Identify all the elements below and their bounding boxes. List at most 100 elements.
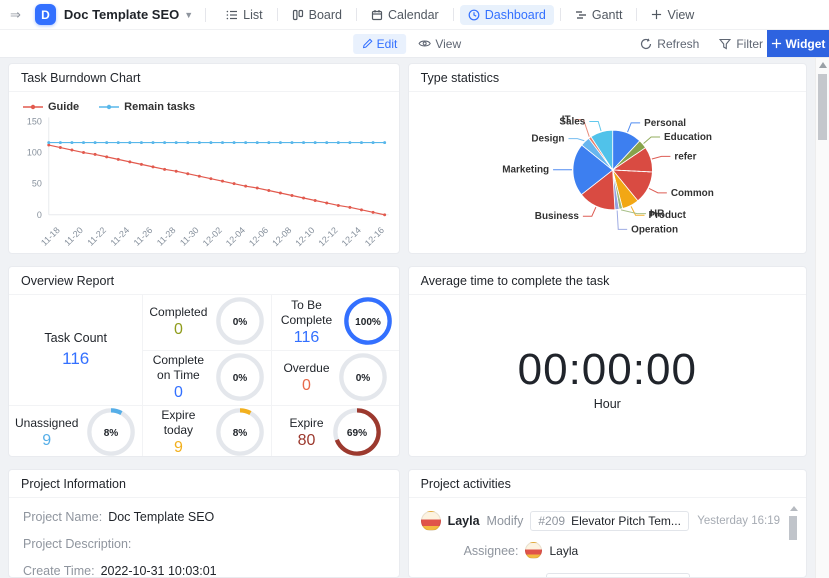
tab-dashboard[interactable]: Dashboard bbox=[460, 5, 554, 25]
refresh-button[interactable]: Refresh bbox=[640, 37, 699, 51]
overview-cell-completed: Completed0 0% bbox=[142, 295, 271, 350]
svg-text:12-04: 12-04 bbox=[224, 225, 247, 248]
filter-label: Filter bbox=[736, 37, 763, 51]
panel-overview-report: Overview Report Task Count 116 Completed… bbox=[8, 266, 400, 457]
project-logo: D bbox=[35, 4, 56, 25]
overview-cell-to-be-complete: To Be Complete116 100% bbox=[271, 295, 398, 350]
average-time-unit: Hour bbox=[594, 397, 621, 411]
legend-item-remain-tasks[interactable]: Remain tasks bbox=[99, 101, 195, 113]
project-info-row: Project Description: bbox=[23, 537, 385, 551]
task-link[interactable]: #209 Elevator Pitch Tem... bbox=[530, 511, 689, 531]
tab-calendar-label: Calendar bbox=[388, 8, 439, 22]
svg-text:0: 0 bbox=[37, 210, 42, 220]
tab-dashboard-label: Dashboard bbox=[485, 8, 546, 22]
scroll-up-arrow[interactable] bbox=[790, 506, 798, 511]
svg-text:Marketing: Marketing bbox=[502, 165, 549, 176]
svg-text:Business: Business bbox=[534, 211, 579, 222]
average-time-value: 00:00:00 bbox=[518, 345, 697, 395]
task-count-value: 116 bbox=[62, 349, 89, 369]
view-button[interactable]: View bbox=[418, 37, 461, 51]
svg-text:11-20: 11-20 bbox=[62, 225, 85, 248]
filter-icon bbox=[719, 38, 731, 50]
progress-ring-svg: 100% bbox=[343, 296, 393, 346]
avatar bbox=[421, 511, 441, 531]
svg-text:150: 150 bbox=[27, 116, 42, 126]
pencil-icon bbox=[362, 38, 373, 49]
tab-board[interactable]: Board bbox=[284, 5, 350, 25]
scrollbar-thumb[interactable] bbox=[789, 516, 797, 540]
tab-board-label: Board bbox=[309, 8, 342, 22]
activity-user: Layla bbox=[448, 514, 480, 528]
filter-button[interactable]: Filter bbox=[719, 37, 763, 51]
page-scrollbar[interactable] bbox=[815, 58, 829, 578]
burndown-chart-svg: 05010015011-1811-2011-2211-2411-2611-281… bbox=[13, 115, 395, 253]
svg-text:50: 50 bbox=[32, 179, 42, 189]
svg-text:11-22: 11-22 bbox=[85, 225, 108, 248]
burndown-chart: 05010015011-1811-2011-2211-2411-2611-281… bbox=[9, 113, 399, 254]
svg-text:8%: 8% bbox=[233, 427, 248, 438]
top-navbar: ⇒ D Doc Template SEO ▼ List Board Calend… bbox=[0, 0, 829, 30]
svg-text:100%: 100% bbox=[355, 317, 381, 328]
panel-title: Project Information bbox=[9, 470, 399, 498]
list-icon bbox=[226, 9, 238, 21]
edit-button[interactable]: Edit bbox=[353, 34, 407, 54]
progress-ring-svg: 0% bbox=[215, 296, 265, 346]
avatar bbox=[525, 542, 542, 559]
legend-mark-remain bbox=[99, 103, 119, 111]
legend-item-guide[interactable]: Guide bbox=[23, 101, 79, 113]
dashboard-clock-icon bbox=[468, 9, 480, 21]
panel-type-statistics: Type statistics PersonalEducationreferCo… bbox=[408, 63, 807, 254]
project-logo-letter: D bbox=[41, 8, 50, 22]
tab-calendar[interactable]: Calendar bbox=[363, 5, 447, 25]
widget-label: Widget bbox=[786, 37, 826, 51]
svg-text:12-12: 12-12 bbox=[316, 225, 339, 248]
task-link[interactable]: #202 Change of Shift Re... bbox=[546, 573, 690, 578]
panel-project-activities: Project activities Layla Modify #209 Ele… bbox=[408, 469, 807, 578]
overview-cell-expire: Expire80 69% bbox=[271, 405, 398, 457]
svg-text:0%: 0% bbox=[233, 372, 248, 383]
svg-text:12-06: 12-06 bbox=[247, 225, 270, 248]
svg-text:refer: refer bbox=[674, 151, 696, 162]
svg-text:12-14: 12-14 bbox=[340, 225, 363, 248]
tab-gantt[interactable]: Gantt bbox=[567, 5, 631, 25]
assignee-label: Assignee: bbox=[464, 544, 519, 558]
svg-text:12-10: 12-10 bbox=[293, 225, 316, 248]
panel-task-burndown: Task Burndown Chart Guide Remain tasks 0… bbox=[8, 63, 400, 254]
overview-cell-overdue: Overdue0 0% bbox=[271, 350, 398, 405]
panel-project-information: Project Information Project Name: Doc Te… bbox=[8, 469, 400, 578]
scrollbar-thumb[interactable] bbox=[818, 74, 827, 140]
task-count-label: Task Count bbox=[44, 331, 107, 347]
progress-ring-svg: 69% bbox=[332, 407, 382, 457]
activities-scrollbar[interactable] bbox=[789, 504, 798, 573]
overview-task-count: Task Count 116 bbox=[9, 295, 142, 405]
project-title: Doc Template SEO bbox=[64, 7, 179, 22]
project-info-row: Project Name: Doc Template SEO bbox=[23, 510, 385, 524]
svg-text:8%: 8% bbox=[104, 427, 119, 438]
legend-label: Remain tasks bbox=[124, 101, 195, 113]
activity-row: Miranda Modify #202 Change of Shift Re..… bbox=[421, 566, 780, 578]
panel-title: Average time to complete the task bbox=[409, 267, 806, 295]
plus-icon bbox=[651, 9, 662, 20]
svg-text:Design: Design bbox=[531, 134, 564, 145]
svg-text:11-30: 11-30 bbox=[178, 225, 201, 248]
project-dropdown-caret[interactable]: ▼ bbox=[184, 10, 193, 20]
scroll-up-arrow[interactable] bbox=[819, 62, 827, 68]
add-view-button[interactable]: View bbox=[643, 5, 702, 25]
sidebar-collapse-icon[interactable]: ⇒ bbox=[10, 7, 21, 23]
project-info-row: Create Time: 2022-10-31 10:03:01 bbox=[23, 564, 385, 578]
svg-text:12-08: 12-08 bbox=[270, 225, 293, 248]
project-info-body: Project Name: Doc Template SEO Project D… bbox=[9, 498, 399, 578]
progress-ring: 69% bbox=[332, 407, 382, 458]
tab-list[interactable]: List bbox=[218, 5, 270, 25]
progress-ring: 0% bbox=[338, 352, 388, 405]
divider bbox=[205, 8, 206, 22]
svg-text:11-28: 11-28 bbox=[155, 225, 178, 248]
overview-cell-expire-today: Expire today9 8% bbox=[142, 405, 271, 457]
tab-list-label: List bbox=[243, 8, 262, 22]
add-widget-button[interactable]: Widget bbox=[767, 30, 829, 57]
activities-list: Layla Modify #209 Elevator Pitch Tem... … bbox=[409, 498, 806, 578]
svg-text:11-26: 11-26 bbox=[132, 225, 155, 248]
plus-icon bbox=[771, 38, 782, 49]
progress-ring: 8% bbox=[86, 407, 136, 458]
panel-title: Overview Report bbox=[9, 267, 399, 295]
